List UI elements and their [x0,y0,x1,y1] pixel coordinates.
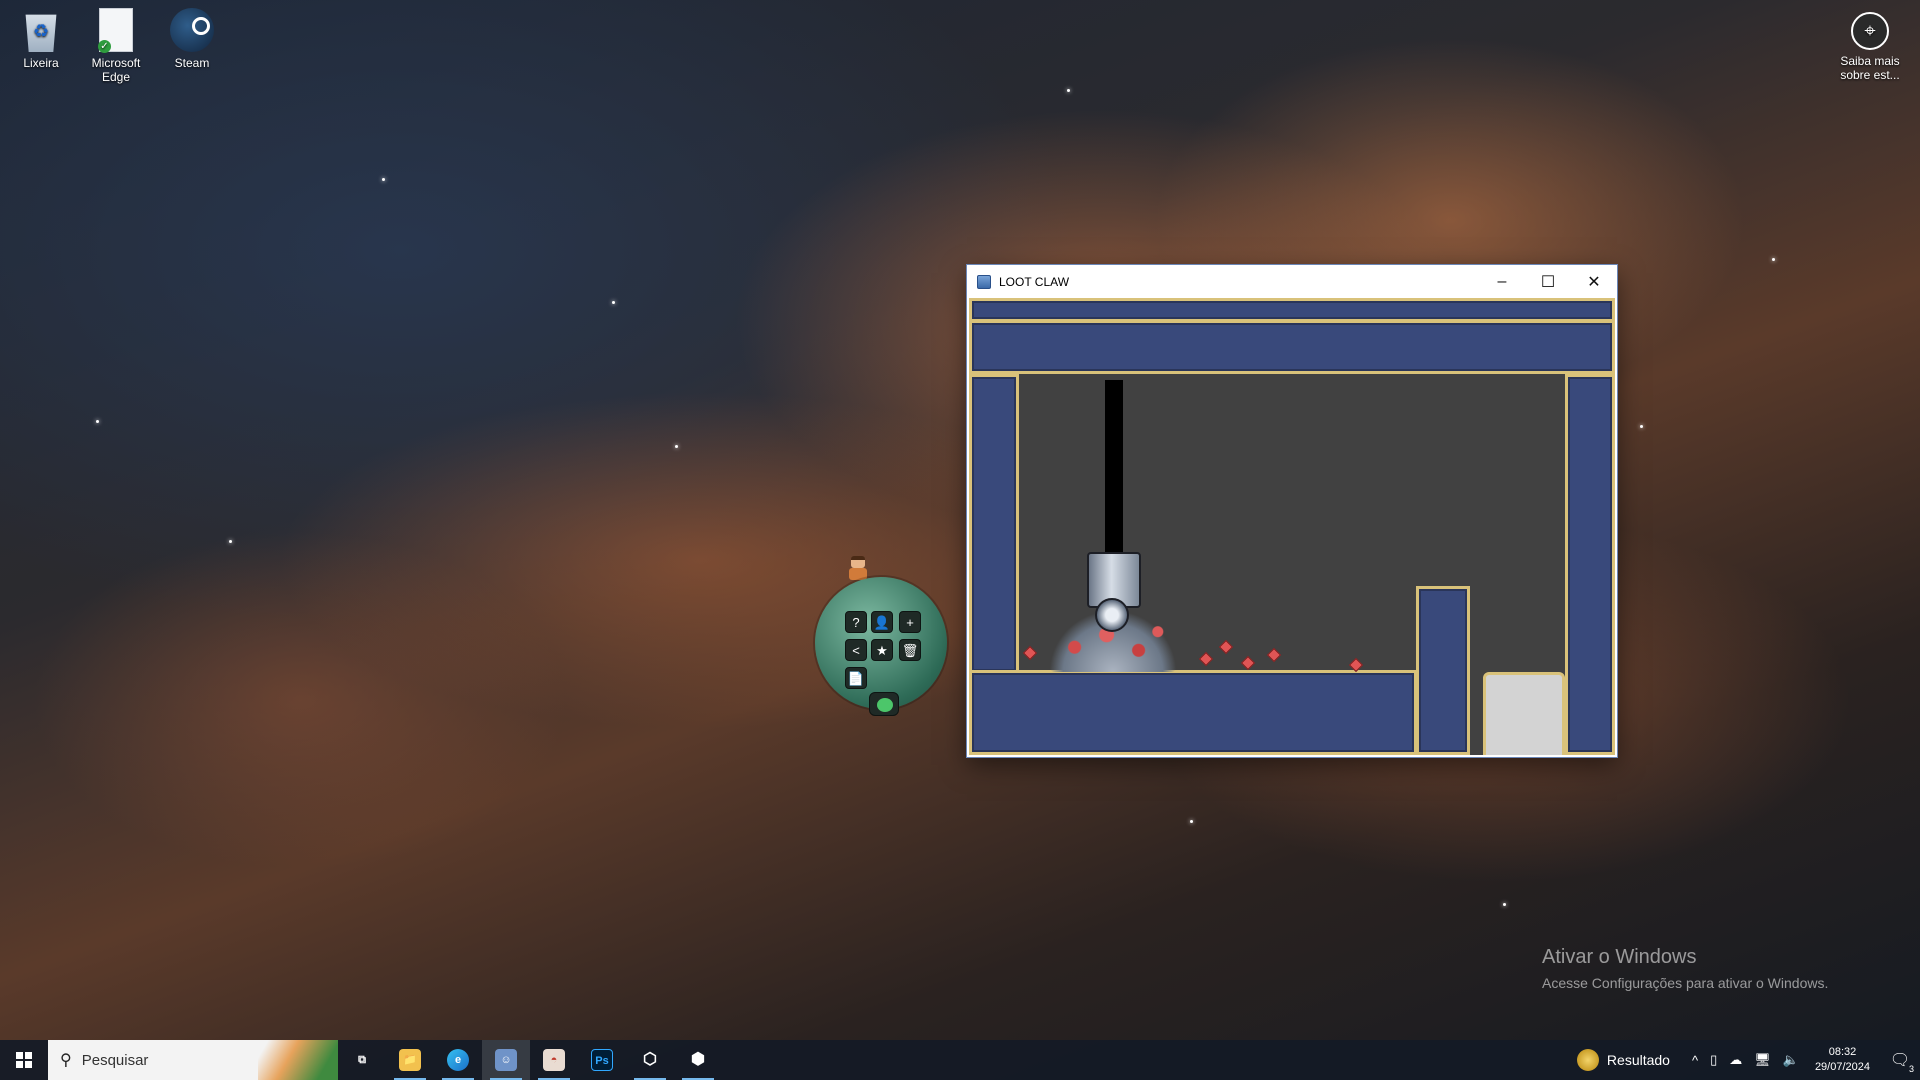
device-icon[interactable]: ▯ [1704,1052,1723,1068]
maximize-button[interactable]: ☐ [1525,265,1571,298]
desktop-icon-label: Microsoft Edge [91,56,141,84]
claw-rope [1105,380,1123,555]
task-view-button[interactable]: ⧉ [338,1040,386,1080]
mascot-widget: ? 👤 + < ★ 🗑 📄 [815,577,947,709]
taskbar: ⚲ Pesquisar ⧉ 📁 e ☺ ◓ Ps ⬡ ⬢ Resultado ^… [0,1040,1920,1080]
notification-icon: 🗨 [1889,1052,1911,1069]
start-button[interactable] [0,1040,48,1080]
mascot-toggle-button[interactable] [869,692,899,716]
windows-logo-icon [16,1052,32,1068]
desktop-icon-recycle-bin[interactable]: ♻ Lixeira [5,8,77,70]
photoshop-icon: Ps [591,1049,613,1071]
delete-button[interactable]: 🗑 [899,639,921,661]
learn-more-icon: ⌖ [1851,12,1889,50]
result-widget[interactable]: Resultado [1567,1049,1686,1071]
loot-gem [1022,645,1038,661]
taskbar-file-explorer[interactable]: 📁 [386,1040,434,1080]
starfield [0,0,1920,1080]
window-title: LOOT CLAW [999,274,1070,289]
volume-icon[interactable]: 🔈 [1777,1052,1805,1068]
game-canvas[interactable] [969,298,1615,755]
minimize-button[interactable]: – [1479,265,1525,298]
result-label: Resultado [1606,1052,1670,1068]
steam-icon [170,8,214,52]
desktop-icon-label: Saiba mais sobre est... [1840,54,1900,82]
taskbar-game[interactable]: ◓ [530,1040,578,1080]
top-bar [969,298,1615,322]
taskbar-unity-hub[interactable]: ⬢ [674,1040,722,1080]
divider-pillar [1416,586,1470,755]
clock-date: 29/07/2024 [1814,1061,1870,1073]
taskbar-unity[interactable]: ⬡ [626,1040,674,1080]
system-tray: Resultado ^ ▯ ☁ 🖥 🔈 08:32 29/07/2024 🗨 3 [1567,1040,1920,1080]
left-wall [969,374,1019,674]
share-button[interactable]: < [845,639,867,661]
desktop-icon-edge[interactable]: ✓ Microsoft Edge [80,8,152,84]
close-button[interactable]: ✕ [1571,265,1617,298]
watermark-title: Ativar o Windows [1542,946,1697,968]
edge-shortcut-icon: ✓ [98,8,133,53]
taskbar-loot-claw[interactable]: ☺ [482,1040,530,1080]
floor-panel [969,670,1417,755]
loot-gem [1218,639,1234,655]
notes-button[interactable]: 📄 [845,667,867,689]
game-app-icon: ◓ [543,1049,565,1071]
search-box[interactable]: ⚲ Pesquisar [48,1040,338,1080]
window-titlebar[interactable]: LOOT CLAW – ☐ ✕ [967,265,1617,298]
notification-center-button[interactable]: 🗨 3 [1880,1040,1920,1080]
activation-watermark: Ativar o Windows Acesse Configurações pa… [1542,946,1828,991]
add-button[interactable]: + [899,611,921,633]
task-view-icon: ⧉ [358,1054,366,1066]
claw-eye [1095,598,1129,632]
result-badge-icon [1576,1049,1599,1071]
taskbar-photoshop[interactable]: Ps [578,1040,626,1080]
unity-hub-icon: ⬢ [691,1051,705,1068]
recycle-bin-icon: ♻ [25,14,57,52]
loot-gem [1266,647,1282,663]
file-explorer-icon: 📁 [399,1049,421,1071]
show-hidden-icons-chevron-icon[interactable]: ^ [1686,1053,1704,1068]
clock[interactable]: 08:32 29/07/2024 [1805,1045,1880,1075]
desktop-icon-label: Steam [174,56,210,70]
clock-time: 08:32 [1828,1046,1857,1058]
right-wall [1565,374,1615,755]
prize-chute [1483,672,1565,755]
watermark-subtitle: Acesse Configurações para ativar o Windo… [1542,975,1829,991]
edge-icon: e [447,1049,469,1071]
unity-icon: ⬡ [643,1051,657,1068]
header-panel [969,320,1615,374]
desktop-icon-learn-more[interactable]: ⌖ Saiba mais sobre est... [1830,12,1910,82]
loot-gem [1198,651,1214,667]
help-button[interactable]: ? [845,611,867,633]
favorite-button[interactable]: ★ [871,639,893,661]
loot-claw-window: LOOT CLAW – ☐ ✕ [967,265,1617,757]
loot-claw-app-icon: ☺ [495,1049,517,1071]
network-icon[interactable]: 🖥 [1748,1052,1777,1068]
desktop-icon-label: Lixeira [23,56,59,70]
profile-button[interactable]: 👤 [871,611,893,633]
loot-gem [1240,655,1256,671]
search-highlight-image [258,1040,338,1080]
search-placeholder: Pesquisar [81,1051,149,1069]
onedrive-icon[interactable]: ☁ [1723,1052,1748,1068]
desktop-icon-steam[interactable]: Steam [156,8,228,70]
app-icon [977,274,991,289]
taskbar-edge[interactable]: e [434,1040,482,1080]
search-icon: ⚲ [60,1052,72,1069]
notification-count: 3 [1908,1064,1914,1074]
eyes-icon [877,698,893,712]
